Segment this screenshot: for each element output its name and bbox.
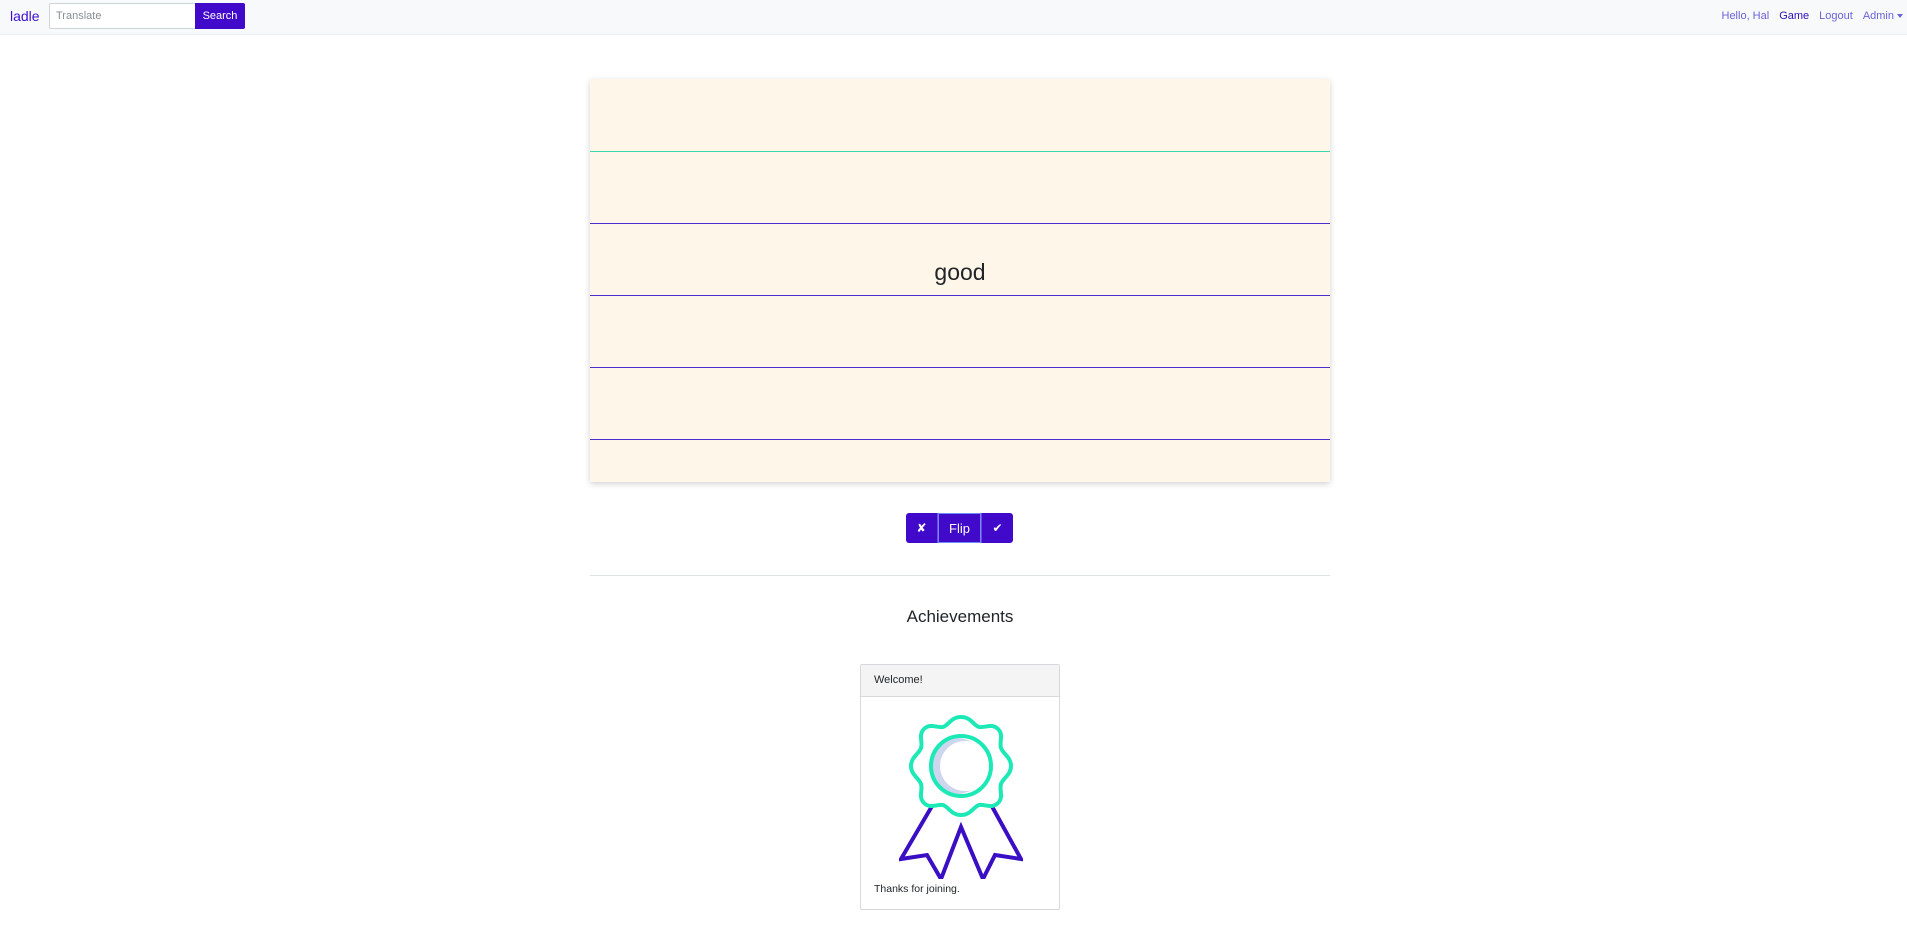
navbar: ladle Search Hello, Hal Game Logout Admi…: [0, 0, 1907, 35]
card-rule-line: [590, 223, 1330, 224]
search-button[interactable]: Search: [195, 3, 245, 29]
user-nav: Hello, Hal Game Logout Admin: [1722, 10, 1903, 22]
greeting-link[interactable]: Hello, Hal: [1722, 10, 1770, 22]
section-divider: [590, 575, 1330, 576]
achievement-description: Thanks for joining.: [874, 883, 960, 895]
admin-dropdown[interactable]: Admin: [1863, 10, 1903, 22]
achievements-title: Achievements: [906, 607, 1014, 626]
flashcard-word: good: [934, 259, 986, 285]
card-rule-line: [590, 151, 1330, 152]
card-rule-line: [590, 439, 1330, 440]
achievement-card: Welcome! Thanks for joining.: [860, 664, 1060, 910]
achievement-title: Welcome!: [861, 665, 1059, 697]
card-rule-line: [590, 295, 1330, 296]
flip-button[interactable]: Flip: [938, 513, 982, 543]
card-rule-line: [590, 367, 1330, 368]
mark-right-button[interactable]: ✔: [982, 513, 1013, 543]
game-link[interactable]: Game: [1779, 10, 1809, 22]
brand-logo-link[interactable]: ladle: [10, 8, 40, 24]
search-input[interactable]: [49, 3, 195, 29]
mark-wrong-button[interactable]: ✘: [906, 513, 938, 543]
flashcard[interactable]: good: [590, 79, 1330, 482]
caret-down-icon: [1897, 14, 1903, 19]
admin-label: Admin: [1862, 10, 1894, 22]
logout-link[interactable]: Logout: [1819, 10, 1853, 22]
flashcard-controls: ✘ Flip ✔: [906, 513, 1013, 543]
award-ribbon-icon: [897, 714, 1025, 884]
